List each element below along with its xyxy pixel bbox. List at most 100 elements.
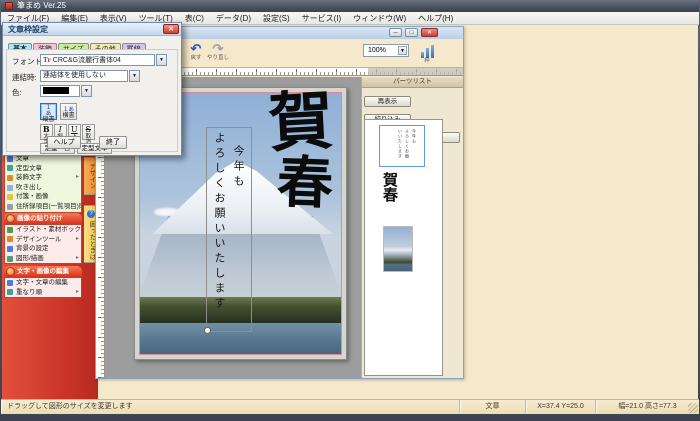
sidebar-item-label: 文章 (16, 155, 29, 162)
sidebar-item-label: デザインツール (16, 236, 62, 243)
sidebar-item-label: イラスト・素材ボックス (16, 226, 81, 233)
redo-icon: ↷ (206, 42, 230, 55)
parts-item-greeting[interactable]: 今年も よろしくお願いいたします (379, 125, 425, 167)
calligraphy-gasho[interactable]: 賀 春 (266, 92, 336, 212)
chevron-down-icon[interactable]: ▼ (81, 85, 92, 97)
app-window-frame: 筆まめ Ver.25 ファイル(F)編集(E)表示(V)ツール(T)表(C)デー… (0, 0, 700, 421)
frame-tool-icon (420, 40, 435, 53)
sidebar-item-label: 図形/描画 (16, 255, 44, 262)
vertical-writing-icon: １あ (41, 105, 56, 117)
greeting-text: 今年も よろしくお願いいたします (210, 132, 248, 327)
menu-item[interactable]: 表(C) (179, 12, 210, 24)
horizontal-writing-button[interactable]: １あ 横書 (60, 103, 77, 120)
sidebar-item-icon (7, 204, 13, 210)
status-hint: ドラッグして図形のサイズを変更します (1, 400, 459, 413)
text-frame-settings-dialog: 文章枠設定 ✕ 基本装飾サイズその他罫線 フォント: TrCRC&G流麗行書体0… (2, 22, 182, 156)
menu-item[interactable]: サービス(I) (296, 12, 348, 24)
sidebar-item[interactable]: 定型文章 ▸ (5, 164, 81, 174)
dialog-title-bar: 文章枠設定 ✕ (3, 23, 181, 36)
parts-item-gasho[interactable]: 賀春 (381, 172, 399, 218)
color-label: 色: (12, 87, 22, 98)
help-button[interactable]: ヘルプ (47, 136, 81, 149)
greeting-text-frame[interactable]: 今年も よろしくお願いいたします (206, 127, 252, 332)
status-bar: ドラッグして図形のサイズを変更します 文章 X=37.4 Y=25.0 幅=21… (1, 399, 699, 414)
frame-tool-button[interactable]: 枠 (416, 40, 438, 64)
status-size: 幅=21.0 高さ=77.3 (595, 400, 699, 413)
zoom-value: 100% (368, 47, 386, 54)
chevron-right-icon: ▸ (76, 173, 79, 183)
vertical-writing-button[interactable]: １あ 縦書 (40, 103, 57, 120)
sidebar-item-icon (7, 227, 13, 233)
color-select[interactable] (40, 85, 80, 97)
sidebar-item-icon (7, 185, 13, 191)
strikethrough-button[interactable]: S 取消 (82, 124, 95, 140)
sidebar-item-icon (7, 156, 13, 162)
sidebar-item-icon (7, 165, 13, 171)
sidebar-item[interactable]: 文字・文章の編集 ▸ (5, 278, 81, 288)
sidebar-item[interactable]: 背景の設定 ▸ (5, 244, 81, 254)
dialog-body: フォント: TrCRC&G流麗行書体04 ▼ 連結時: 連結体を使用しない ▼ … (6, 49, 178, 152)
sidebar-item-label: 背景の設定 (16, 245, 49, 252)
chevron-down-icon[interactable]: ▼ (156, 54, 167, 66)
sidebar-item[interactable]: デザインツール ▸ (5, 235, 81, 245)
sidebar-item-label: 装飾文字 (16, 174, 42, 181)
dialog-close-icon[interactable]: ✕ (163, 24, 179, 34)
sidebar-item[interactable]: 装飾文字 ▸ (5, 173, 81, 183)
undo-button[interactable]: ↶ 戻す (184, 42, 208, 61)
sidebar-item-icon (7, 289, 13, 295)
chevron-down-icon[interactable]: ▼ (129, 70, 140, 82)
chevron-down-icon: ▼ (398, 46, 407, 55)
sidebar-item-icon (7, 236, 13, 242)
chevron-right-icon: ▸ (76, 254, 79, 264)
font-select[interactable]: TrCRC&G流麗行書体04 (40, 54, 155, 66)
menu-item[interactable]: データ(D) (210, 12, 257, 24)
link-label: 連結時: (12, 72, 37, 83)
dialog-title: 文章枠設定 (8, 25, 48, 34)
sidebar-item-icon (7, 280, 13, 286)
parts-item-photo[interactable] (383, 226, 413, 272)
brush-icon (6, 267, 15, 276)
sidebar-item-icon (7, 194, 13, 200)
close-button[interactable]: ✕ (421, 28, 438, 37)
question-icon: ? (87, 210, 95, 218)
app-title-bar: 筆まめ Ver.25 (1, 0, 699, 12)
sidebar-item[interactable]: 付箋・画像 ▸ (5, 192, 81, 202)
chevron-right-icon: ▸ (76, 288, 79, 298)
link-select[interactable]: 連結体を使用しない (40, 70, 128, 82)
menu-item[interactable]: ウィンドウ(W) (347, 12, 412, 24)
sidebar-header-edit: 文字・画像の編集 (4, 266, 82, 277)
exit-button[interactable]: 終了 (99, 136, 127, 149)
sidebar-item-label: 定型文章 (16, 165, 42, 172)
chevron-right-icon: ▸ (76, 235, 79, 245)
sidebar-item[interactable]: 吹き出し ▸ (5, 183, 81, 193)
sidebar-header-image-paste: 画像の貼り付け (4, 213, 82, 224)
stamp-icon (6, 214, 15, 223)
menu-item[interactable]: ヘルプ(H) (412, 12, 459, 24)
resize-grip[interactable] (688, 403, 698, 413)
zoom-select[interactable]: 100% ▼ (363, 44, 409, 57)
parts-refresh-button[interactable]: 再表示 (364, 96, 411, 107)
sidebar-item-icon (7, 175, 13, 181)
sidebar-item-label: 付箋・画像 (16, 193, 49, 200)
status-position: X=37.4 Y=25.0 (525, 400, 595, 413)
app-title: 筆まめ Ver.25 (17, 0, 66, 12)
maximize-button[interactable]: □ (405, 28, 418, 37)
color-swatch (43, 87, 69, 94)
truetype-icon: Tr (43, 56, 51, 64)
sidebar-item[interactable]: 図形/描画 ▸ (5, 254, 81, 264)
sidebar-section-image: イラスト・素材ボックス ▸ デザインツール ▸ 背景の設定 ▸ 図形/描画 ▸ (4, 224, 82, 264)
sidebar-item-label: 文字・文章の編集 (16, 279, 68, 286)
sidebar-section-edit: 文字・文章の編集 ▸ 重なり順 ▸ (4, 277, 82, 298)
sidebar-item-icon (7, 256, 13, 262)
undo-icon: ↶ (184, 42, 208, 55)
menu-item[interactable]: 設定(S) (257, 12, 296, 24)
minimize-button[interactable]: ─ (389, 28, 402, 37)
sidebar-item[interactable]: 住所録項目(一覧項目)貼り付け ▸ (5, 202, 81, 212)
redo-button[interactable]: ↷ やり直し (206, 42, 230, 61)
sidebar-section-text: 文章 ▸ 定型文章 ▸ 装飾文字 ▸ 吹き出し ▸ (4, 153, 82, 213)
resize-handle[interactable] (204, 327, 211, 334)
sidebar-item[interactable]: 重なり順 ▸ (5, 288, 81, 298)
sidebar-item-label: 吹き出し (16, 184, 42, 191)
sidebar-item-icon (7, 246, 13, 252)
sidebar-item[interactable]: イラスト・素材ボックス ▸ (5, 225, 81, 235)
